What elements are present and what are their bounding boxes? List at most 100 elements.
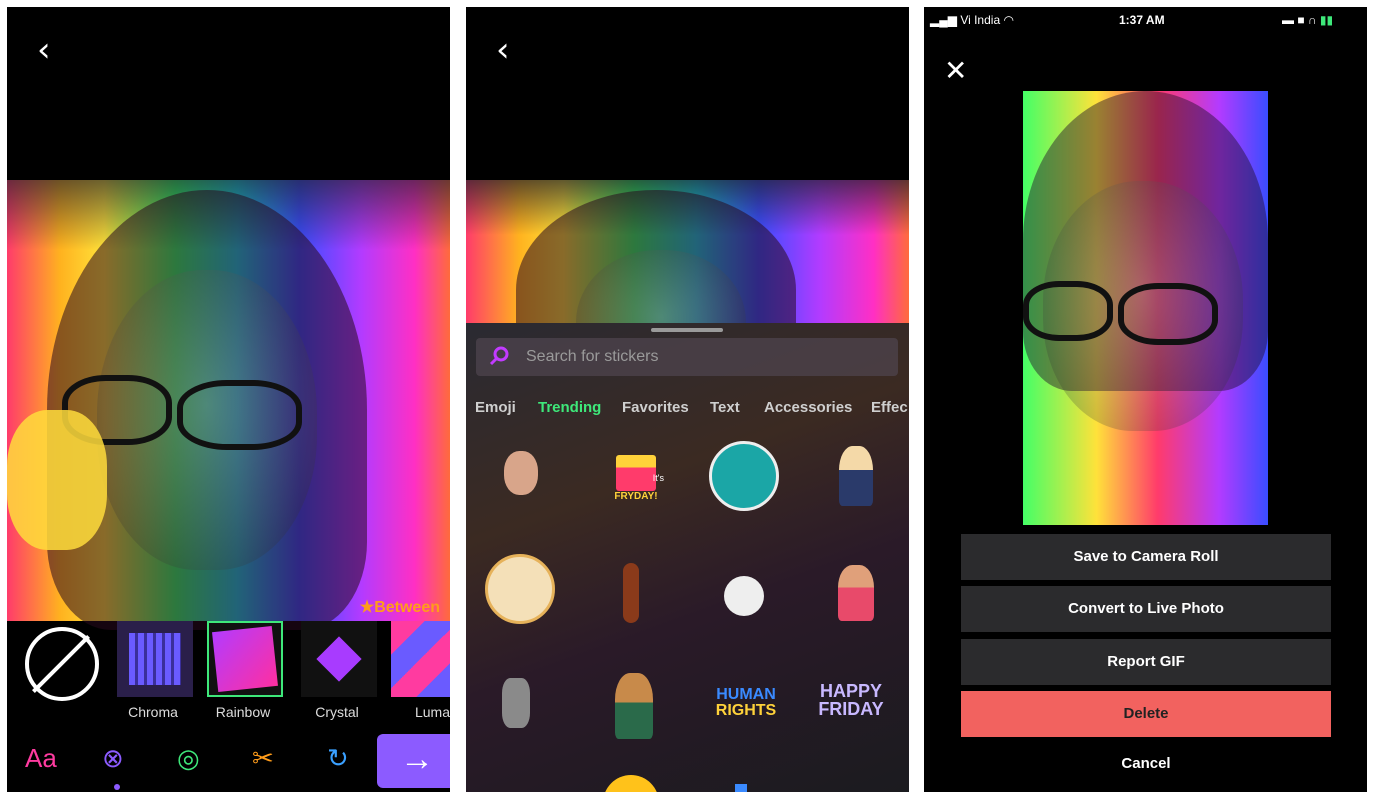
link-rings-icon: ⊗ (102, 743, 124, 773)
text-tool-button[interactable]: Aa (25, 745, 57, 771)
filter-none[interactable] (25, 627, 99, 701)
car-icon: ▬ (1282, 13, 1294, 27)
partial-image (735, 784, 747, 792)
glasses-left (1023, 281, 1113, 341)
sticker-screen: ‹ Search for stickers Emoji Trending Fav… (466, 7, 909, 792)
photo-preview (466, 180, 909, 400)
sticker-party-sausage[interactable] (606, 553, 656, 633)
hand (7, 410, 107, 550)
next-button[interactable]: → (377, 734, 450, 788)
crystal-thumb-icon (316, 636, 362, 682)
sticker-sunflower[interactable] (601, 775, 661, 792)
sticker-person-image (504, 451, 538, 495)
search-placeholder: Search for stickers (526, 348, 659, 365)
back-button[interactable]: ‹ (496, 33, 510, 67)
filter-label-rainbow: Rainbow (215, 704, 271, 720)
kid-image (838, 565, 874, 621)
wifi-icon: ◠ (1003, 13, 1014, 27)
sausage-image (623, 563, 639, 623)
chevron-left-icon: ‹ (37, 30, 51, 70)
glasses-right (1118, 283, 1218, 345)
watermark: ★Between (359, 599, 440, 616)
sticker-fryday[interactable]: It's FRYDAY! (596, 443, 676, 513)
rotate-icon: ↻ (327, 743, 349, 773)
gif-preview (1023, 91, 1268, 525)
star-icon: ★ (359, 599, 375, 616)
chevron-left-icon: ‹ (496, 30, 510, 70)
headphones-icon: ∩ (1307, 13, 1317, 27)
sticker-text: FRYDAY! (614, 490, 658, 502)
status-carrier: ▂▄▆ Vi India ◠ (930, 13, 1014, 27)
tab-text[interactable]: Text (710, 399, 740, 416)
sticker-cartoon-girl[interactable] (826, 438, 886, 513)
sticker-text: HAPPY (819, 681, 882, 701)
sunflower-image (603, 775, 659, 792)
tab-emoji[interactable]: Emoji (475, 399, 516, 416)
photo-preview: ★Between (7, 180, 450, 630)
sticker-text: RIGHTS (715, 702, 777, 719)
sticker-cat[interactable] (496, 673, 536, 733)
editor-screen: ‹ ★Between Chroma Rainbow Crystal Luma A… (7, 7, 450, 792)
badge-image (708, 440, 779, 511)
sticker-search-input[interactable]: Search for stickers (476, 338, 898, 376)
sticker-text: FRIDAY (818, 699, 884, 719)
close-button[interactable]: ✕ (944, 57, 967, 85)
sticker-anna[interactable] (606, 668, 661, 743)
tab-favorites[interactable]: Favorites (622, 399, 689, 416)
filter-crystal[interactable] (301, 621, 377, 697)
sticker-kid-cheering[interactable] (821, 553, 891, 633)
sticker-text: HUMAN (716, 686, 776, 703)
close-icon: ✕ (944, 54, 968, 87)
filter-strip (7, 621, 450, 711)
cartoon-image (839, 445, 873, 506)
filter-label-crystal: Crystal (315, 704, 359, 720)
sticker-icon: ◎ (177, 743, 200, 773)
sticker-tool-button[interactable]: ◎ (177, 745, 200, 771)
back-button[interactable]: ‹ (37, 33, 51, 67)
no-filter-icon (32, 635, 90, 693)
rotate-tool-button[interactable]: ↻ (327, 745, 349, 771)
status-time: 1:37 AM (1119, 13, 1165, 27)
filter-chroma[interactable] (117, 621, 193, 697)
report-gif-button[interactable]: Report GIF (961, 639, 1331, 685)
filter-rainbow[interactable] (207, 621, 283, 697)
tab-trending[interactable]: Trending (538, 399, 601, 416)
sticker-happy-friday[interactable]: HAPPY FRIDAY (811, 675, 891, 725)
sticker-woman[interactable] (491, 443, 551, 503)
scissors-icon: ✂ (252, 743, 274, 773)
filter-luma[interactable] (391, 621, 450, 697)
arrow-right-icon: → (400, 740, 434, 778)
tab-effects[interactable]: Effec (871, 399, 908, 416)
delete-button[interactable]: Delete (961, 691, 1331, 737)
glasses-right (177, 380, 302, 450)
cancel-button[interactable]: Cancel (961, 755, 1331, 772)
share-screen: ▂▄▆ Vi India ◠ 1:37 AM ▬ ■ ∩ ▮▮ ✕ Save t… (924, 7, 1367, 792)
plate-image (485, 554, 555, 624)
ball-image (723, 575, 764, 616)
effects-tool-button[interactable]: ⊗ (102, 745, 124, 771)
filter-label-chroma: Chroma (128, 704, 178, 720)
active-tool-dot (114, 784, 120, 790)
crop-tool-button[interactable]: ✂ (252, 745, 274, 771)
sticker-partial[interactable] (731, 781, 751, 792)
filter-label-luma: Luma (414, 704, 450, 720)
signal-icon: ▂▄▆ (930, 13, 957, 27)
search-icon (489, 346, 509, 366)
sticker-badge[interactable] (706, 438, 781, 513)
sticker-plate[interactable] (484, 553, 556, 625)
drag-handle[interactable] (651, 328, 723, 332)
status-icons: ▬ ■ ∩ ▮▮ (1282, 13, 1333, 27)
tab-accessories[interactable]: Accessories (764, 399, 852, 416)
chroma-thumb-icon (129, 633, 181, 685)
sticker-party-ball[interactable] (716, 563, 771, 628)
sticker-text: It's (652, 473, 664, 483)
rainbow-thumb-icon (212, 626, 278, 692)
battery-icon: ▮▮ (1319, 13, 1334, 27)
sticker-sheet: Search for stickers Emoji Trending Favor… (466, 323, 909, 792)
cat-image (502, 678, 530, 728)
shield-icon: ■ (1297, 13, 1305, 27)
convert-to-live-photo-button[interactable]: Convert to Live Photo (961, 586, 1331, 632)
save-to-camera-roll-button[interactable]: Save to Camera Roll (961, 534, 1331, 580)
sticker-human-rights[interactable]: HUMAN RIGHTS (701, 678, 791, 728)
anna-image (614, 672, 653, 739)
